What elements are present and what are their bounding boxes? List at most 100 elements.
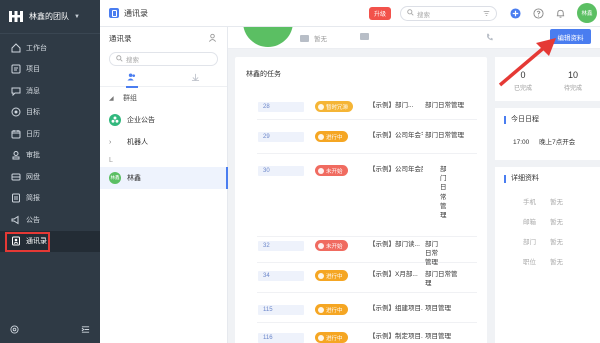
contact-name: 机器人 — [127, 139, 148, 146]
settings-icon[interactable] — [10, 324, 19, 336]
detail-value: 暂无 — [550, 199, 563, 206]
task-name: 【示例】X月部... — [369, 271, 418, 278]
sidebar-item-messages[interactable]: 消息 — [0, 80, 100, 102]
task-row[interactable]: 28 暂时冗滞 【示例】部门... 部门日常管理 — [257, 98, 477, 120]
approval-icon — [10, 150, 21, 161]
sidebar-item-projects[interactable]: 项目 — [0, 59, 100, 81]
sidebar-item-approval[interactable]: 审批 — [0, 145, 100, 167]
status-badge: 暂时冗滞 — [315, 101, 354, 112]
team-switcher[interactable]: 林鑫的团队 ▼ — [0, 0, 100, 34]
detail-key: 手机 — [523, 199, 536, 206]
task-row[interactable]: 115 进行中 【示例】组建项目... 项目管理 — [257, 301, 477, 323]
stat-done[interactable]: 0 已完成 — [498, 70, 548, 92]
add-icon[interactable] — [509, 7, 521, 19]
detail-key: 职位 — [523, 259, 536, 266]
contacts-book-icon — [109, 8, 119, 18]
contact-name: 企业公告 — [127, 117, 155, 124]
stat-value: 10 — [567, 70, 578, 80]
contact-avatar: 林鑫 — [109, 172, 121, 184]
tab-departments[interactable] — [164, 69, 228, 87]
mail-icon — [360, 33, 369, 40]
task-stats-card: 0 已完成 10 待完成 — [495, 57, 600, 101]
sidebar-item-cloud-disk[interactable]: 网盘 — [0, 166, 100, 188]
profile-field-email — [360, 33, 374, 40]
stat-todo[interactable]: 10 待完成 — [548, 70, 598, 92]
schedule-event: 晚上7点开会 — [539, 139, 576, 146]
stat-label: 待完成 — [563, 86, 582, 92]
sidebar-nav: 工作台 项目 消息 目标 日历 审批 网盘 简报 公告 通讯录 — [0, 37, 100, 252]
clock-icon — [318, 306, 324, 313]
task-project: 项目管理 — [425, 305, 451, 312]
chevron-down-icon: ▼ — [74, 13, 80, 20]
contact-group[interactable]: ◢ 群组 — [100, 87, 227, 109]
message-icon — [10, 85, 21, 96]
sidebar-item-report[interactable]: 简报 — [0, 188, 100, 210]
sidebar-item-label: 项目 — [26, 66, 40, 74]
profile-field-id: 暂无 — [300, 33, 327, 43]
task-name: 【示例】公司年会服装借... — [369, 166, 423, 173]
sidebar-item-label: 日历 — [26, 130, 40, 138]
schedule-title: 今日日程 — [504, 116, 539, 124]
task-row[interactable]: 30 未开始 【示例】公司年会服装借... 部门日常管理 — [257, 162, 477, 237]
global-search-input[interactable]: 搜索 — [400, 6, 497, 21]
letter-index: L — [109, 156, 113, 164]
sidebar-item-label: 简报 — [26, 195, 40, 203]
status-label: 未开始 — [326, 243, 343, 250]
task-number: 32 — [258, 241, 304, 251]
collapse-menu-icon[interactable] — [81, 325, 90, 336]
task-row[interactable]: 34 进行中 【示例】X月部... 部门日常管理 — [257, 267, 477, 293]
field-value: 暂无 — [314, 36, 327, 43]
stat-label: 已完成 — [513, 86, 532, 92]
task-number: 29 — [258, 132, 304, 142]
tab-members[interactable] — [100, 69, 164, 88]
edit-profile-button[interactable]: 编辑资料 — [550, 29, 591, 44]
task-name: 【示例】制定项目... — [369, 333, 423, 340]
task-number: 34 — [258, 271, 304, 281]
task-project: 部门日常管理 — [440, 166, 447, 220]
detail-key: 邮箱 — [523, 219, 536, 226]
profile-field-phone — [486, 33, 493, 43]
sidebar-item-calendar[interactable]: 日历 — [0, 123, 100, 145]
status-badge: 进行中 — [315, 270, 348, 281]
sidebar-item-label: 目标 — [26, 109, 40, 117]
task-number: 30 — [258, 166, 304, 176]
search-icon — [407, 9, 414, 18]
sidebar-item-label: 公告 — [26, 216, 40, 224]
task-name: 【示例】部门读... — [369, 241, 420, 248]
status-badge: 进行中 — [315, 131, 348, 142]
contact-item-announcement[interactable]: 企业公告 — [100, 109, 227, 131]
tasks-title: 林鑫的任务 — [246, 71, 281, 78]
user-avatar[interactable]: 林鑫 — [577, 3, 597, 23]
task-row[interactable]: 29 进行中 【示例】公司年会节... 部门日常管理 — [257, 128, 477, 154]
sidebar: 林鑫的团队 ▼ 工作台 项目 消息 目标 日历 审批 网盘 简报 公告 通讯录 — [0, 0, 100, 343]
sidebar-item-announcement[interactable]: 公告 — [0, 209, 100, 231]
task-name: 【示例】组建项目... — [369, 305, 423, 312]
cloud-disk-icon — [10, 171, 21, 182]
clock-icon — [318, 133, 324, 140]
sidebar-item-workbench[interactable]: 工作台 — [0, 37, 100, 59]
clock-icon — [318, 103, 324, 110]
contact-item-selected[interactable]: 林鑫 林鑫 — [100, 167, 228, 189]
task-project: 部门日常管理 — [425, 102, 464, 109]
status-label: 暂时冗滞 — [326, 104, 349, 111]
contact-item-robot[interactable]: › 机器人 — [100, 131, 227, 153]
details-title: 详细资料 — [504, 175, 539, 183]
sidebar-item-goals[interactable]: 目标 — [0, 102, 100, 124]
status-badge: 未开始 — [315, 165, 348, 176]
bell-icon[interactable] — [554, 7, 566, 19]
upgrade-button[interactable]: 升级 — [369, 7, 391, 20]
group-label: 群组 — [123, 95, 137, 102]
filter-icon[interactable] — [483, 10, 490, 19]
task-row[interactable]: 32 未开始 【示例】部门读... 部门日常管理 — [257, 237, 477, 266]
task-row[interactable]: 116 进行中 【示例】制定项目... 项目管理 — [257, 329, 477, 343]
schedule-entry[interactable]: 17:00 晚上7点开会 — [513, 136, 575, 146]
highlight-box — [5, 231, 50, 252]
contacts-search-input[interactable]: 搜索 — [109, 52, 218, 66]
help-icon[interactable] — [532, 7, 544, 19]
sidebar-item-contacts[interactable]: 通讯录 — [0, 230, 100, 252]
stat-value: 0 — [520, 70, 526, 80]
task-number: 115 — [258, 305, 304, 315]
person-icon[interactable] — [208, 33, 217, 44]
clock-icon — [318, 167, 324, 174]
sidebar-item-label: 工作台 — [26, 44, 47, 52]
